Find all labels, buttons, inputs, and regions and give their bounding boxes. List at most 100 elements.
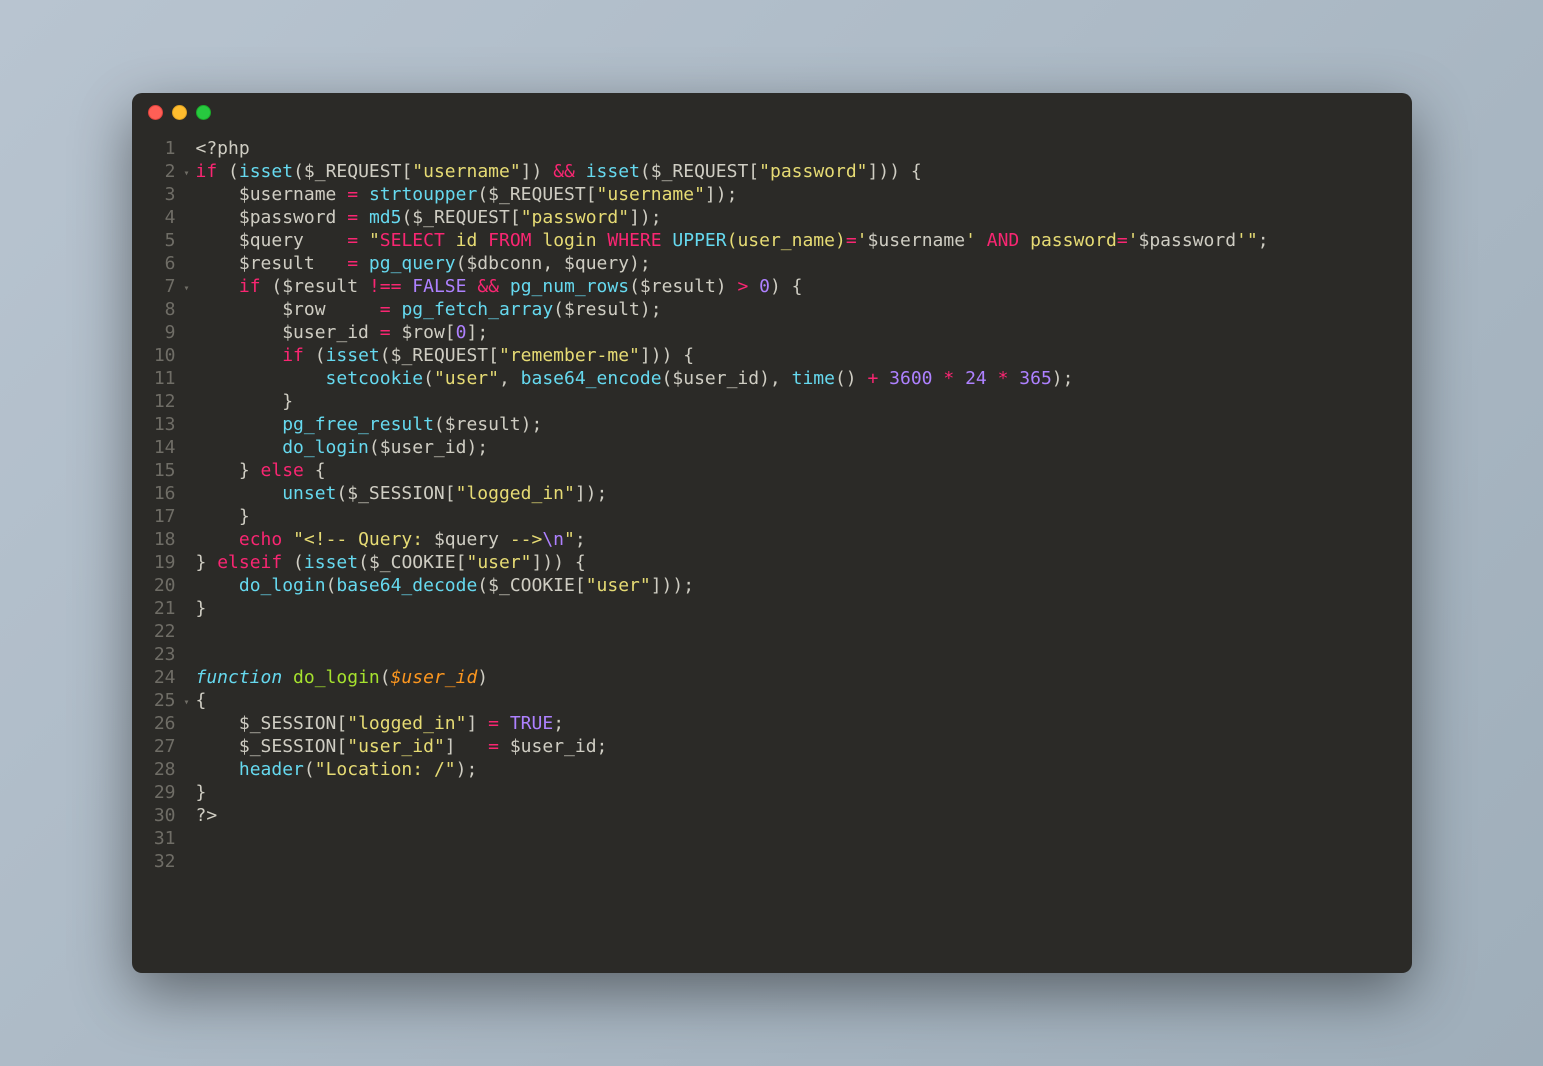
fold-marker — [180, 507, 194, 530]
fold-marker — [180, 323, 194, 346]
fold-marker — [180, 369, 194, 392]
line-number: 17 — [132, 505, 176, 528]
line-number: 11 — [132, 367, 176, 390]
code-area[interactable]: <?phpif (isset($_REQUEST["username"]) &&… — [194, 137, 1412, 973]
fold-marker — [180, 208, 194, 231]
line-number: 18 — [132, 528, 176, 551]
code-line[interactable]: header("Location: /"); — [196, 758, 1412, 781]
code-line[interactable]: $row = pg_fetch_array($result); — [196, 298, 1412, 321]
line-number: 16 — [132, 482, 176, 505]
line-number: 26 — [132, 712, 176, 735]
code-editor[interactable]: 1234567891011121314151617181920212223242… — [132, 131, 1412, 973]
fold-marker — [180, 714, 194, 737]
fold-marker[interactable]: ▾ — [180, 691, 194, 714]
editor-window: 1234567891011121314151617181920212223242… — [132, 93, 1412, 973]
code-line[interactable]: do_login($user_id); — [196, 436, 1412, 459]
code-line[interactable]: function do_login($user_id) — [196, 666, 1412, 689]
fold-marker — [180, 737, 194, 760]
code-line[interactable]: } — [196, 390, 1412, 413]
zoom-icon[interactable] — [196, 105, 211, 120]
line-number: 19 — [132, 551, 176, 574]
line-number: 7 — [132, 275, 176, 298]
fold-marker — [180, 461, 194, 484]
code-line[interactable] — [196, 620, 1412, 643]
fold-marker — [180, 668, 194, 691]
code-line[interactable]: do_login(base64_decode($_COOKIE["user"])… — [196, 574, 1412, 597]
code-line[interactable]: } else { — [196, 459, 1412, 482]
fold-marker — [180, 576, 194, 599]
fold-marker — [180, 254, 194, 277]
minimize-icon[interactable] — [172, 105, 187, 120]
line-number: 14 — [132, 436, 176, 459]
fold-marker — [180, 852, 194, 875]
line-number: 13 — [132, 413, 176, 436]
line-number: 23 — [132, 643, 176, 666]
code-line[interactable]: echo "<!-- Query: $query -->\n"; — [196, 528, 1412, 551]
code-line[interactable]: unset($_SESSION["logged_in"]); — [196, 482, 1412, 505]
fold-marker — [180, 760, 194, 783]
fold-marker — [180, 553, 194, 576]
fold-marker — [180, 829, 194, 852]
line-number: 8 — [132, 298, 176, 321]
line-number-gutter: 1234567891011121314151617181920212223242… — [132, 137, 180, 973]
close-icon[interactable] — [148, 105, 163, 120]
code-line[interactable] — [196, 643, 1412, 666]
line-number: 1 — [132, 137, 176, 160]
line-number: 6 — [132, 252, 176, 275]
line-number: 3 — [132, 183, 176, 206]
line-number: 20 — [132, 574, 176, 597]
code-line[interactable]: $username = strtoupper($_REQUEST["userna… — [196, 183, 1412, 206]
code-line[interactable] — [196, 850, 1412, 873]
line-number: 31 — [132, 827, 176, 850]
code-line[interactable]: } — [196, 781, 1412, 804]
line-number: 4 — [132, 206, 176, 229]
fold-gutter: ▾ ▾ ▾ — [180, 137, 194, 973]
line-number: 29 — [132, 781, 176, 804]
titlebar — [132, 93, 1412, 131]
line-number: 28 — [132, 758, 176, 781]
fold-marker — [180, 300, 194, 323]
code-line[interactable]: ?> — [196, 804, 1412, 827]
code-line[interactable]: { — [196, 689, 1412, 712]
line-number: 5 — [132, 229, 176, 252]
code-line[interactable]: if (isset($_REQUEST["remember-me"])) { — [196, 344, 1412, 367]
fold-marker — [180, 806, 194, 829]
fold-marker — [180, 346, 194, 369]
code-line[interactable]: } — [196, 597, 1412, 620]
fold-marker — [180, 599, 194, 622]
fold-marker[interactable]: ▾ — [180, 277, 194, 300]
line-number: 21 — [132, 597, 176, 620]
code-line[interactable]: $_SESSION["user_id"] = $user_id; — [196, 735, 1412, 758]
fold-marker — [180, 231, 194, 254]
fold-marker — [180, 185, 194, 208]
code-line[interactable]: $query = "SELECT id FROM login WHERE UPP… — [196, 229, 1412, 252]
code-line[interactable]: $password = md5($_REQUEST["password"]); — [196, 206, 1412, 229]
line-number: 24 — [132, 666, 176, 689]
fold-marker — [180, 438, 194, 461]
fold-marker[interactable]: ▾ — [180, 162, 194, 185]
code-line[interactable]: setcookie("user", base64_encode($user_id… — [196, 367, 1412, 390]
code-line[interactable]: $result = pg_query($dbconn, $query); — [196, 252, 1412, 275]
fold-marker — [180, 783, 194, 806]
fold-marker — [180, 622, 194, 645]
code-line[interactable]: pg_free_result($result); — [196, 413, 1412, 436]
line-number: 9 — [132, 321, 176, 344]
code-line[interactable]: if ($result !== FALSE && pg_num_rows($re… — [196, 275, 1412, 298]
code-line[interactable]: $user_id = $row[0]; — [196, 321, 1412, 344]
line-number: 15 — [132, 459, 176, 482]
code-line[interactable]: <?php — [196, 137, 1412, 160]
code-line[interactable] — [196, 827, 1412, 850]
line-number: 22 — [132, 620, 176, 643]
code-line[interactable]: } elseif (isset($_COOKIE["user"])) { — [196, 551, 1412, 574]
line-number: 30 — [132, 804, 176, 827]
fold-marker — [180, 645, 194, 668]
code-line[interactable]: } — [196, 505, 1412, 528]
line-number: 12 — [132, 390, 176, 413]
fold-marker — [180, 392, 194, 415]
line-number: 32 — [132, 850, 176, 873]
code-line[interactable]: if (isset($_REQUEST["username"]) && isse… — [196, 160, 1412, 183]
fold-marker — [180, 484, 194, 507]
code-line[interactable]: $_SESSION["logged_in"] = TRUE; — [196, 712, 1412, 735]
line-number: 27 — [132, 735, 176, 758]
fold-marker — [180, 139, 194, 162]
